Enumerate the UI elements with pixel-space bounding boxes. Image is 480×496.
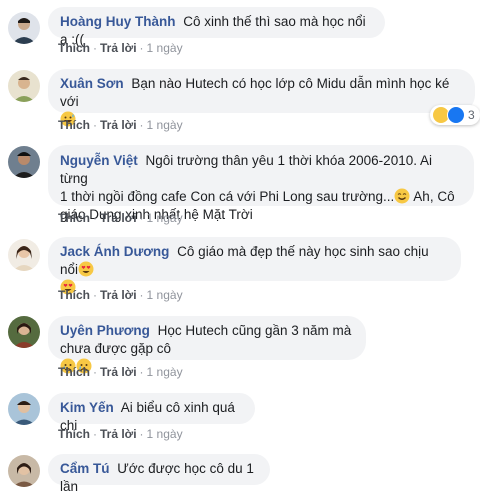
- like-link[interactable]: Thích: [58, 211, 90, 225]
- comment-bubble: Cẩm Tú Ước được học cô du 1 lần: [48, 454, 270, 494]
- avatar[interactable]: [8, 455, 40, 487]
- smiling-face-icon: [394, 188, 410, 204]
- reply-link[interactable]: Trả lời: [100, 427, 137, 441]
- reply-link[interactable]: Trả lời: [100, 118, 137, 132]
- comment-bubble: Nguyễn Việt Ngôi trường thân yêu 1 thời …: [48, 145, 474, 222]
- avatar[interactable]: [8, 316, 40, 348]
- comment-bubble: Kim Yến Ai biểu cô xinh quá chi: [48, 393, 255, 433]
- reply-link[interactable]: Trả lời: [100, 41, 137, 55]
- comment-actions: Thích · Trả lời · 1 ngày: [58, 41, 183, 55]
- comment-bubble: Uyên Phương Học Hutech cũng gần 3 năm mà…: [48, 316, 366, 374]
- comment-bubble: Hoàng Huy Thành Cô xinh thế thì sao mà h…: [48, 7, 385, 47]
- avatar[interactable]: [8, 70, 40, 102]
- comment-actions: Thích · Trả lời · 1 ngày: [58, 118, 183, 132]
- author-name[interactable]: Hoàng Huy Thành: [60, 14, 176, 29]
- comment-text: 1 thời ngồi đồng cafe Con cá với Phi Lon…: [60, 189, 395, 204]
- comment-bubble: Xuân Sơn Bạn nào Hutech có học lớp cô Mi…: [48, 69, 475, 127]
- like-link[interactable]: Thích: [58, 365, 90, 379]
- timestamp[interactable]: 1 ngày: [147, 288, 183, 302]
- comment-actions: Thích · Trả lời · 1 ngày: [58, 288, 183, 302]
- timestamp[interactable]: 1 ngày: [147, 41, 183, 55]
- like-link[interactable]: Thích: [58, 118, 90, 132]
- timestamp[interactable]: 1 ngày: [147, 118, 183, 132]
- reply-link[interactable]: Trả lời: [100, 288, 137, 302]
- timestamp[interactable]: 1 ngày: [147, 365, 183, 379]
- like-link[interactable]: Thích: [58, 427, 90, 441]
- author-name[interactable]: Cẩm Tú: [60, 461, 110, 476]
- avatar[interactable]: [8, 393, 40, 425]
- like-link[interactable]: Thích: [58, 41, 90, 55]
- author-name[interactable]: Xuân Sơn: [60, 76, 124, 91]
- author-name[interactable]: Kim Yến: [60, 400, 114, 415]
- comment-actions: Thích · Trả lời · 1 ngày: [58, 427, 183, 441]
- avatar[interactable]: [8, 239, 40, 271]
- comment-actions: Thích · Trả lời · 1 ngày: [58, 211, 183, 225]
- timestamp[interactable]: 1 ngày: [147, 211, 183, 225]
- avatar[interactable]: [8, 146, 40, 178]
- reply-link[interactable]: Trả lời: [100, 211, 137, 225]
- author-name[interactable]: Nguyễn Việt: [60, 153, 138, 168]
- timestamp[interactable]: 1 ngày: [147, 427, 183, 441]
- heart-eyes-icon: [78, 261, 94, 277]
- like-icon: [447, 106, 465, 124]
- comment-bubble: Jack Ánh Dương Cô giáo mà đẹp thế này họ…: [48, 237, 461, 295]
- comment-text: Ah, Cô: [410, 189, 455, 204]
- author-name[interactable]: Uyên Phương: [60, 323, 150, 338]
- avatar[interactable]: [8, 12, 40, 44]
- author-name[interactable]: Jack Ánh Dương: [60, 244, 169, 259]
- reaction-summary[interactable]: 3: [430, 105, 480, 125]
- reaction-count: 3: [468, 108, 475, 122]
- comment-feed: Hoàng Huy Thành Cô xinh thế thì sao mà h…: [0, 0, 480, 494]
- reply-link[interactable]: Trả lời: [100, 365, 137, 379]
- like-link[interactable]: Thích: [58, 288, 90, 302]
- comment-actions: Thích · Trả lời · 1 ngày: [58, 365, 183, 379]
